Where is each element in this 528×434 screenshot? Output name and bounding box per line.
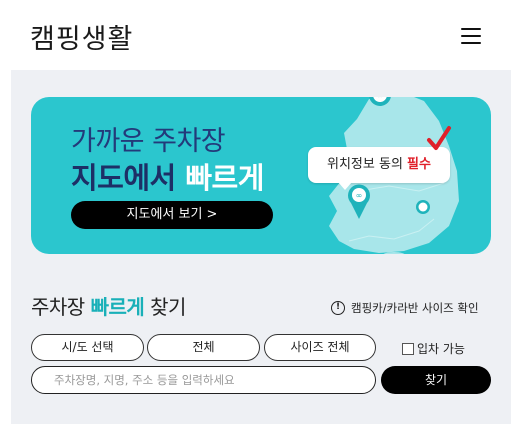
region-select[interactable]: 시/도 선택 bbox=[31, 334, 144, 361]
site-logo[interactable]: 캠핑생활 bbox=[30, 17, 133, 56]
info-icon: ! bbox=[331, 301, 345, 315]
header: 캠핑생활 bbox=[0, 0, 528, 70]
search-section-title: 주차장 빠르게 찾기 bbox=[31, 295, 186, 319]
svg-text:∞: ∞ bbox=[377, 97, 384, 100]
district-select[interactable]: 전체 bbox=[147, 334, 260, 361]
pin-icon bbox=[416, 200, 430, 214]
banner-title-line2: 지도에서 빠르게 bbox=[71, 161, 264, 195]
map-banner[interactable]: ∞ ∞ 가까운 주차장 지도에서 빠르게 지도에서 보기 > 위치정보 동의 필… bbox=[31, 97, 491, 254]
banner-title-line1: 가까운 주차장 bbox=[71, 126, 226, 157]
size-check-link[interactable]: ! 캠핑카/카라반 사이즈 확인 bbox=[331, 300, 479, 316]
checkmark-icon bbox=[427, 126, 451, 150]
hamburger-menu-icon[interactable] bbox=[456, 24, 486, 48]
view-map-button[interactable]: 지도에서 보기 > bbox=[71, 201, 273, 229]
search-button[interactable]: 찾기 bbox=[381, 366, 491, 394]
svg-text:∞: ∞ bbox=[356, 191, 363, 200]
size-select[interactable]: 사이즈 전체 bbox=[264, 334, 376, 361]
search-input[interactable]: 주차장명, 지명, 주소 등을 입력하세요 bbox=[31, 366, 376, 394]
entry-available-checkbox[interactable]: 입차 가능 bbox=[402, 340, 465, 357]
checkbox-icon[interactable] bbox=[402, 342, 414, 355]
page: 캠핑생활 ∞ ∞ 가까운 주차장 지도에 bbox=[0, 0, 528, 434]
